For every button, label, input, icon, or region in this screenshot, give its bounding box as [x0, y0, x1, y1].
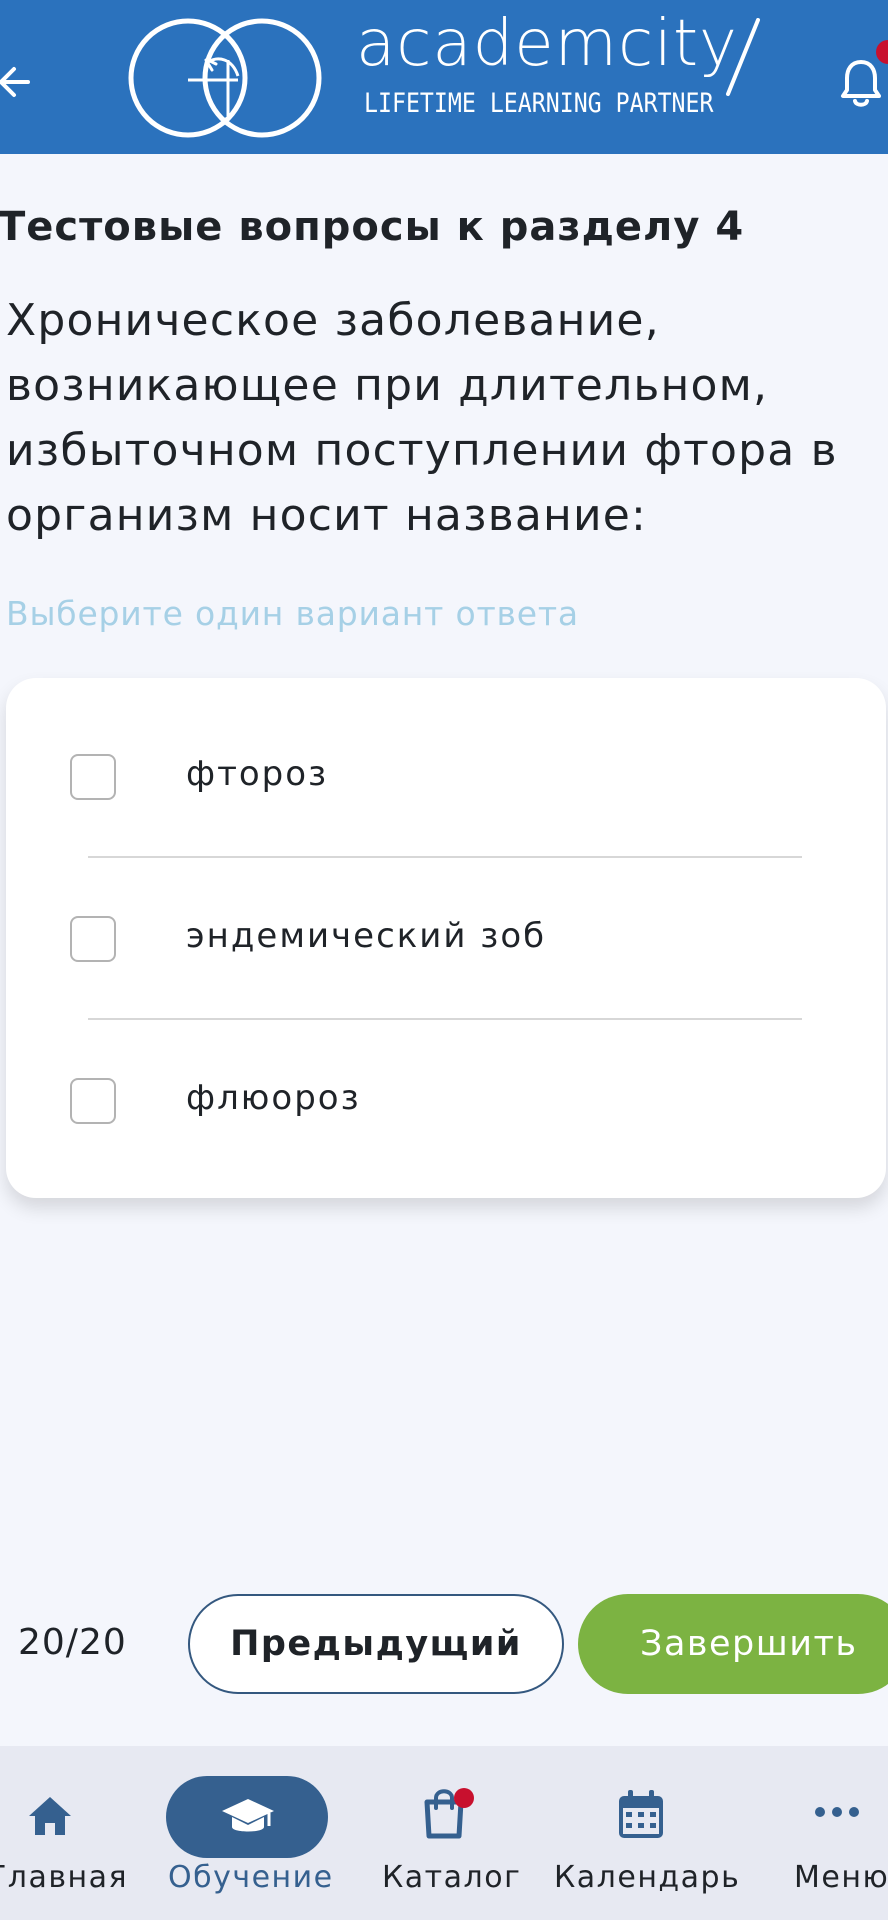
- brand-slash-icon: [726, 18, 760, 96]
- app-header: academcity LIFETIME LEARNING PARTNER: [0, 0, 888, 154]
- nav-item-home[interactable]: Главная: [0, 1746, 127, 1920]
- brand-tagline: LIFETIME LEARNING PARTNER: [364, 88, 714, 119]
- finish-button[interactable]: Завершить: [578, 1594, 888, 1694]
- bell-icon[interactable]: [840, 56, 882, 110]
- answer-option-label: фтороз: [186, 754, 329, 794]
- brand-name: academcity: [356, 7, 738, 81]
- answer-options-card: фтороз эндемический зоб флюороз: [6, 678, 886, 1198]
- answer-instruction: Выберите один вариант ответа: [6, 594, 579, 633]
- nav-item-catalog[interactable]: Каталог: [370, 1746, 520, 1920]
- nav-label: Календарь: [554, 1860, 741, 1895]
- nav-label: Обучение: [168, 1860, 334, 1895]
- more-dots-icon: [815, 1807, 859, 1817]
- question-counter: 20/20: [18, 1622, 127, 1663]
- checkbox[interactable]: [70, 1078, 116, 1124]
- catalog-badge: [454, 1788, 474, 1808]
- divider: [88, 856, 802, 858]
- nav-label: Главная: [0, 1860, 129, 1895]
- previous-button[interactable]: Предыдущий: [188, 1594, 564, 1694]
- calendar-icon: [619, 1790, 663, 1838]
- checkbox[interactable]: [70, 916, 116, 962]
- answer-option[interactable]: флюороз: [6, 1038, 886, 1158]
- arrow-left-icon[interactable]: [0, 58, 34, 106]
- answer-option-label: эндемический зоб: [186, 916, 547, 956]
- graduation-cap-icon: [222, 1799, 274, 1832]
- nav-item-calendar[interactable]: Календарь: [550, 1746, 739, 1920]
- answer-option[interactable]: фтороз: [6, 714, 886, 834]
- nav-label: Каталог: [382, 1860, 522, 1895]
- nav-label: Меню: [794, 1860, 888, 1895]
- answer-option[interactable]: эндемический зоб: [6, 876, 886, 996]
- divider: [88, 1018, 802, 1020]
- section-title: Тестовые вопросы к разделу 4: [0, 204, 745, 250]
- question-text: Хроническое заболевание, возникающее при…: [6, 295, 838, 541]
- checkbox[interactable]: [70, 754, 116, 800]
- academcity-logo-icon: [128, 18, 322, 138]
- answer-option-label: флюороз: [186, 1078, 361, 1118]
- nav-item-learning[interactable]: Обучение: [160, 1746, 340, 1920]
- nav-item-menu[interactable]: Меню: [786, 1746, 888, 1920]
- home-icon: [29, 1797, 71, 1835]
- bottom-navigation: Главная Обучение Каталог Календарь Меню: [0, 1746, 888, 1920]
